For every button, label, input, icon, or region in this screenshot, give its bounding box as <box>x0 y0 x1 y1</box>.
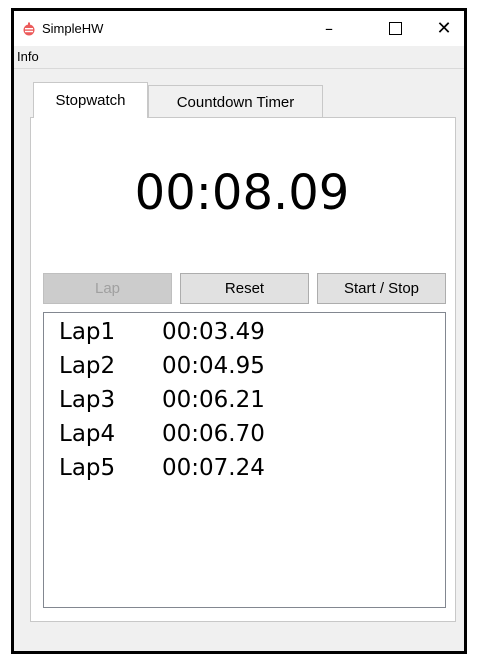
lap-time: 00:06.21 <box>162 387 265 413</box>
lap-time: 00:06.70 <box>162 421 265 447</box>
close-icon: ✕ <box>436 18 452 39</box>
maximize-button[interactable] <box>373 11 417 46</box>
lap-button[interactable]: Lap <box>43 273 172 304</box>
tab-stopwatch[interactable]: Stopwatch <box>33 82 148 118</box>
window-title: SimpleHW <box>42 21 104 36</box>
lap-name: Lap3 <box>59 387 116 413</box>
tab-countdown-timer[interactable]: Countdown Timer <box>148 85 323 118</box>
start-stop-button[interactable]: Start / Stop <box>317 273 446 304</box>
title-bar[interactable]: SimpleHW – ✕ <box>14 11 464 46</box>
lap-list[interactable]: Lap1 00:03.49 Lap2 00:04.95 Lap3 00:06.2… <box>43 312 446 608</box>
lap-time: 00:04.95 <box>162 353 265 379</box>
app-window: SimpleHW – ✕ Info Stopwatch Countdown Ti… <box>11 8 467 654</box>
close-button[interactable]: ✕ <box>422 11 466 46</box>
stopwatch-time-display: 00:08.09 <box>134 165 350 221</box>
menu-bar: Info <box>14 46 464 69</box>
minimize-button[interactable]: – <box>307 11 351 46</box>
lap-name: Lap2 <box>59 353 116 379</box>
app-icon <box>23 22 35 35</box>
minimize-icon: – <box>325 19 333 38</box>
lap-name: Lap4 <box>59 421 116 447</box>
lap-name: Lap5 <box>59 455 116 481</box>
lap-name: Lap1 <box>59 319 116 345</box>
maximize-icon <box>388 22 402 35</box>
lap-time: 00:03.49 <box>162 319 265 345</box>
lap-time: 00:07.24 <box>162 455 265 481</box>
menu-info[interactable]: Info <box>17 49 39 64</box>
reset-button[interactable]: Reset <box>180 273 309 304</box>
